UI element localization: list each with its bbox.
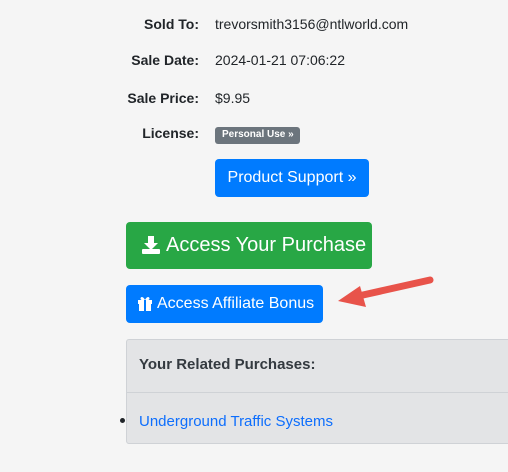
license-row: License: Personal Use »: [0, 121, 508, 145]
sold-to-label: Sold To:: [144, 16, 199, 32]
sale-price-row: Sale Price: $9.95: [0, 86, 508, 110]
product-support-button[interactable]: Product Support »: [215, 159, 369, 197]
access-purchase-button[interactable]: Access Your Purchase: [126, 222, 372, 269]
affiliate-bonus-label: Access Affiliate Bonus: [157, 295, 315, 312]
sale-date-row: Sale Date: 2024-01-21 07:06:22: [0, 48, 508, 72]
related-purchases-title: Your Related Purchases:: [139, 356, 316, 373]
sale-date-value: 2024-01-21 07:06:22: [215, 52, 345, 68]
sale-date-label: Sale Date:: [131, 52, 199, 68]
license-badge[interactable]: Personal Use »: [215, 127, 300, 144]
sold-to-value: trevorsmith3156@ntlworld.com: [215, 16, 409, 32]
sold-to-row: Sold To: trevorsmith3156@ntlworld.com: [0, 12, 508, 36]
gift-icon: [138, 297, 152, 311]
red-arrow-annotation: [338, 276, 434, 307]
license-label: License:: [142, 125, 199, 141]
panel-divider: [127, 392, 508, 393]
sale-price-label: Sale Price:: [127, 90, 199, 106]
download-icon: [142, 236, 160, 254]
related-purchases-panel: Your Related Purchases: Underground Traf…: [126, 339, 508, 444]
access-purchase-label: Access Your Purchase: [166, 234, 367, 256]
list-bullet: [120, 418, 125, 423]
sale-price-value: $9.95: [215, 90, 251, 106]
related-purchase-link[interactable]: Underground Traffic Systems: [139, 411, 333, 433]
affiliate-bonus-button[interactable]: Access Affiliate Bonus: [126, 285, 323, 323]
